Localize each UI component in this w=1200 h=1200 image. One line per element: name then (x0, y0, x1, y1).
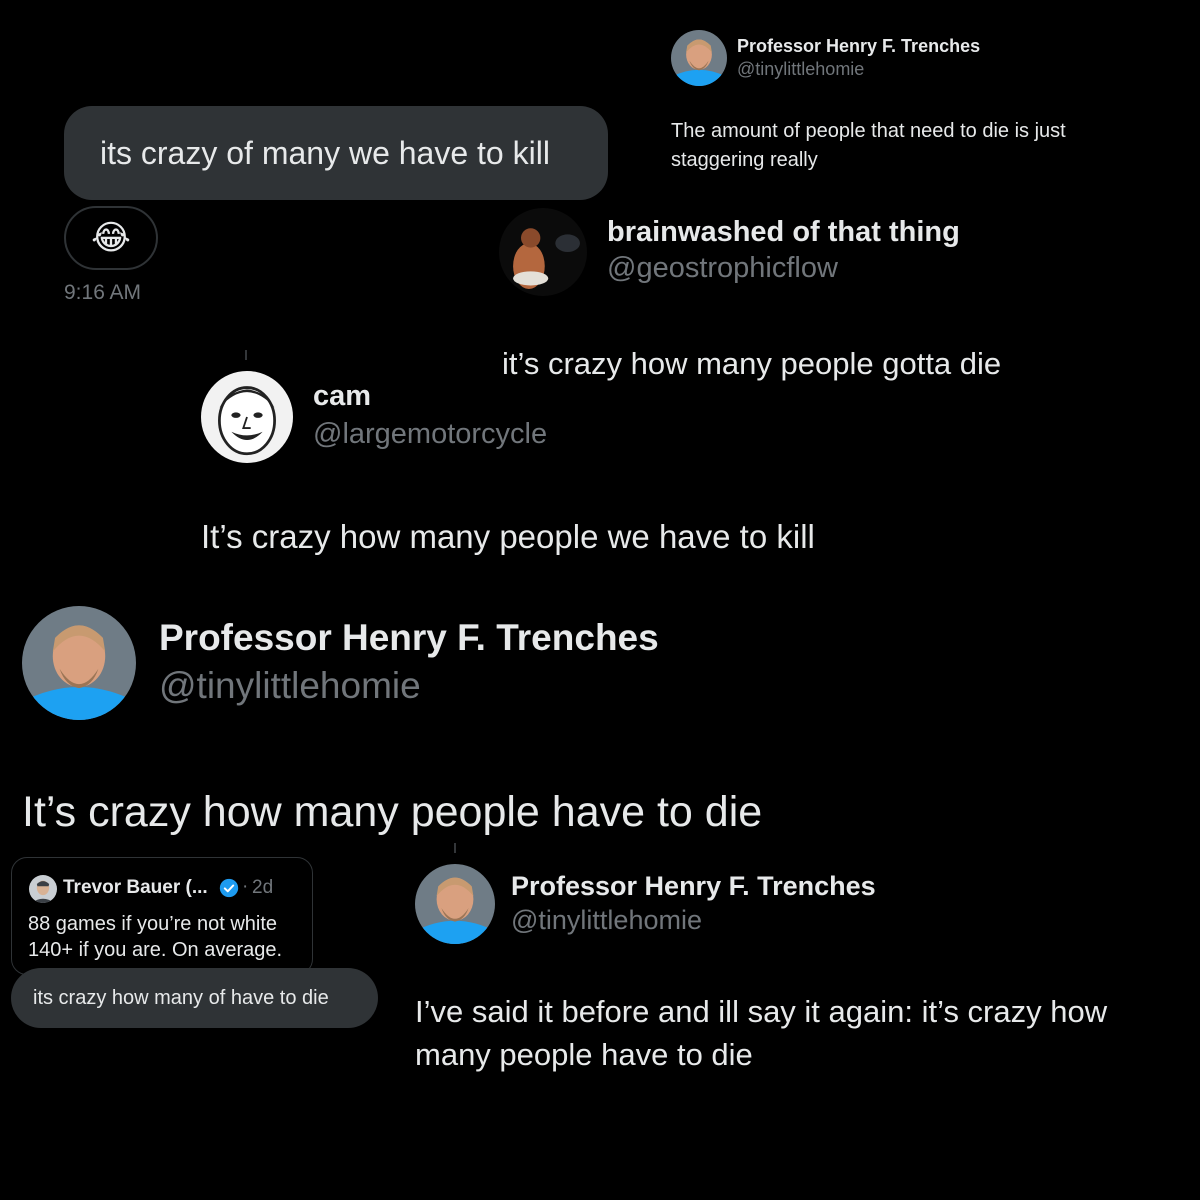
post-text: The amount of people that need to die is… (671, 120, 1066, 171)
post-author-name[interactable]: Professor Henry F. Trenches (511, 871, 876, 902)
dm-reaction-pill[interactable]: 😂 (64, 206, 158, 270)
reply-bubble: its crazy how many of have to die (11, 968, 378, 1028)
avatar[interactable] (22, 606, 136, 720)
quoted-post-card[interactable]: Trevor Bauer (... · 2d 88 games if you’r… (11, 857, 313, 975)
post-text: It’s crazy how many people we have to ki… (201, 518, 815, 555)
quoted-post-line: 140+ if you are. On average. (28, 939, 283, 961)
post-author-name[interactable]: cam (313, 380, 371, 413)
avatar[interactable] (671, 30, 727, 86)
avatar[interactable] (415, 864, 495, 944)
thread-connector (454, 843, 456, 853)
post-author-name[interactable]: Professor Henry F. Trenches (159, 617, 659, 659)
post-author-handle[interactable]: @tinylittlehomie (511, 905, 702, 936)
post-text: it’s crazy how many people gotta die (502, 346, 1002, 381)
quoted-post-time: 2d (252, 877, 274, 898)
avatar[interactable] (29, 875, 57, 903)
dm-message-bubble: its crazy of many we have to kill (64, 106, 608, 200)
dm-message-text: its crazy of many we have to kill (100, 134, 550, 171)
post-author-handle[interactable]: @tinylittlehomie (737, 59, 864, 80)
verified-badge-icon (219, 878, 239, 898)
dm-timestamp: 9:16 AM (64, 281, 142, 304)
quoted-post-line: 88 games if you’re not white (28, 913, 278, 935)
separator-dot: · (242, 876, 249, 897)
face-with-tears-of-joy-icon: 😂 (91, 219, 131, 257)
post-author-handle[interactable]: @tinylittlehomie (159, 665, 421, 707)
post-author-handle[interactable]: @geostrophicflow (607, 252, 838, 285)
post-text: I’ve said it before and ill say it again… (415, 994, 1108, 1072)
post-author-handle[interactable]: @largemotorcycle (313, 418, 547, 451)
reply-bubble-text: its crazy how many of have to die (33, 986, 329, 1009)
post-author-name[interactable]: brainwashed of that thing (607, 216, 960, 249)
avatar[interactable] (499, 208, 587, 296)
thread-connector (245, 350, 247, 360)
post-author-name[interactable]: Professor Henry F. Trenches (737, 36, 980, 57)
post-text: It’s crazy how many people have to die (22, 788, 763, 836)
quoted-author-name[interactable]: Trevor Bauer (... (63, 877, 208, 899)
avatar[interactable] (201, 371, 293, 463)
